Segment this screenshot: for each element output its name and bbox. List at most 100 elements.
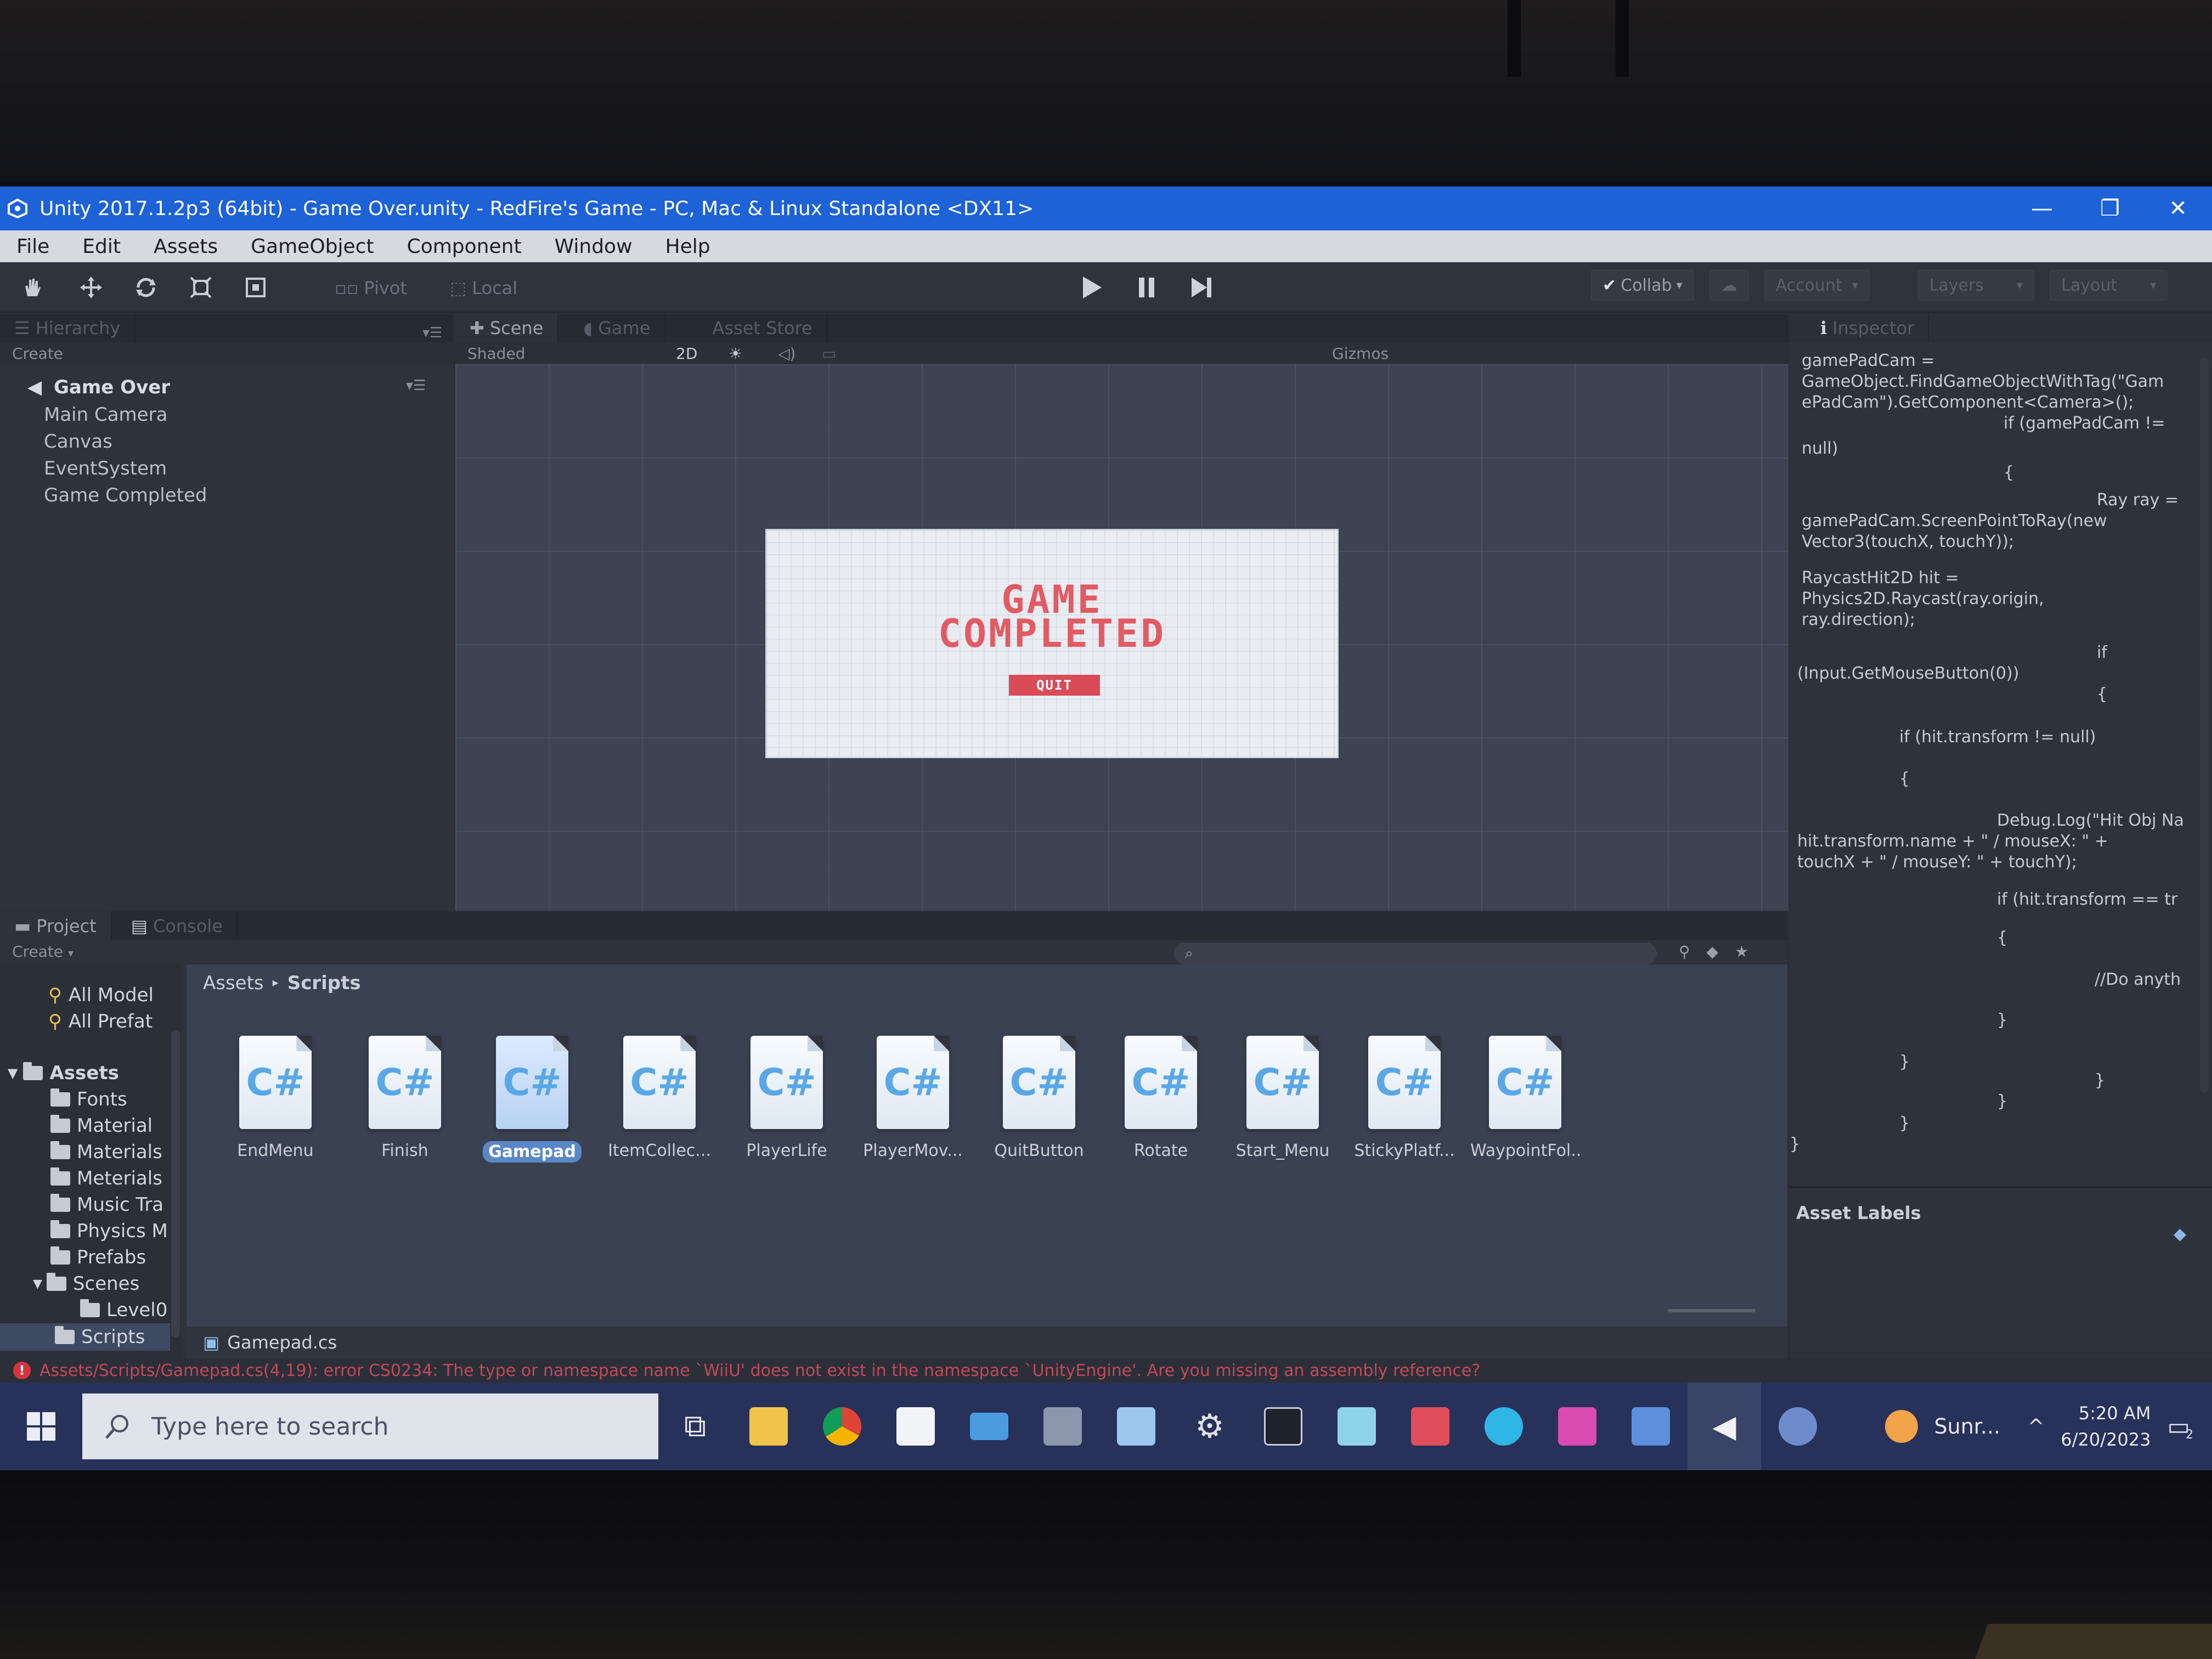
- script-tile-gamepad[interactable]: C# Gamepad: [477, 1036, 587, 1165]
- project-search-input[interactable]: ⌕: [1174, 943, 1657, 964]
- tab-inspector[interactable]: ℹ Inspector: [1806, 314, 1929, 342]
- tab-scene[interactable]: ✚ Scene: [455, 314, 558, 342]
- app-button[interactable]: [1026, 1383, 1099, 1470]
- script-tile-finish[interactable]: C# Finish: [350, 1036, 460, 1160]
- weather-label[interactable]: Sunr...: [1934, 1414, 2001, 1438]
- folder-prefabs[interactable]: Prefabs: [50, 1246, 146, 1268]
- chrome-button[interactable]: [805, 1383, 879, 1470]
- script-tile-itemcollector[interactable]: C# ItemCollec...: [605, 1036, 714, 1160]
- hierarchy-item-main-camera[interactable]: Main Camera: [44, 404, 167, 426]
- inspector-scrollbar[interactable]: [2200, 358, 2209, 1093]
- task-view-button[interactable]: ⧉: [658, 1383, 732, 1470]
- scene-viewport[interactable]: GAME COMPLETED QUIT: [455, 364, 1788, 911]
- breadcrumb-assets[interactable]: Assets: [203, 972, 264, 994]
- script-tile-playerlife[interactable]: C# PlayerLife: [732, 1036, 842, 1160]
- cloud-button[interactable]: ☁: [1709, 270, 1749, 301]
- file-explorer-button[interactable]: [732, 1383, 805, 1470]
- gizmos-dropdown[interactable]: Gizmos: [1332, 345, 1389, 363]
- local-toggle[interactable]: ⬚ Local: [450, 274, 517, 302]
- quit-button[interactable]: QUIT: [1009, 675, 1100, 696]
- account-dropdown[interactable]: Account ▾: [1764, 270, 1870, 301]
- folder-material[interactable]: Material: [50, 1115, 153, 1137]
- notifications-icon[interactable]: ▭ 2: [2167, 1413, 2193, 1442]
- shading-dropdown[interactable]: Shaded: [467, 345, 676, 363]
- menu-help[interactable]: Help: [649, 235, 727, 258]
- menu-component[interactable]: Component: [391, 235, 538, 258]
- script-tile-endmenu[interactable]: C# EndMenu: [221, 1036, 330, 1160]
- script-tile-waypointfollower[interactable]: C# WaypointFol...: [1470, 1036, 1580, 1160]
- script-tile-rotate[interactable]: C# Rotate: [1106, 1036, 1216, 1160]
- tab-project[interactable]: ▬ Project: [0, 912, 111, 940]
- taskbar-clock[interactable]: 5:20 AM 6/20/2023: [2061, 1400, 2151, 1453]
- icon-size-slider[interactable]: [1668, 1309, 1756, 1312]
- script-tile-quitbutton[interactable]: C# QuitButton: [984, 1036, 1094, 1160]
- chevron-up-icon[interactable]: ^: [2028, 1415, 2044, 1438]
- mail-button[interactable]: [952, 1383, 1026, 1470]
- hierarchy-item-eventsystem[interactable]: EventSystem: [44, 458, 167, 479]
- pause-button[interactable]: [1119, 270, 1174, 305]
- folder-music-tracks[interactable]: Music Tra: [50, 1194, 163, 1216]
- weather-icon[interactable]: [1884, 1410, 1918, 1443]
- filter-label-icon[interactable]: ◆: [1707, 943, 1719, 961]
- menu-edit[interactable]: Edit: [66, 235, 137, 258]
- tab-asset-store[interactable]: Asset Store: [698, 314, 827, 342]
- app-button[interactable]: [1320, 1383, 1393, 1470]
- minimize-button[interactable]: —: [2008, 187, 2076, 230]
- app-button[interactable]: [1541, 1383, 1614, 1470]
- project-create-button[interactable]: Create ▾: [12, 943, 74, 961]
- folder-meterials[interactable]: Meterials: [50, 1167, 162, 1189]
- collab-dropdown[interactable]: ✔ Collab ▾: [1591, 270, 1694, 301]
- store-button[interactable]: [879, 1383, 952, 1470]
- favorite-all-prefabs[interactable]: ⚲ All Prefat: [48, 1011, 153, 1032]
- tag-icon[interactable]: ◆: [2174, 1224, 2186, 1244]
- scale-tool-icon[interactable]: [180, 270, 222, 305]
- unity-taskbar-button[interactable]: ◀: [1688, 1383, 1761, 1470]
- folder-scripts[interactable]: Scripts: [0, 1323, 170, 1351]
- script-tile-start-menu[interactable]: C# Start_Menu: [1228, 1036, 1338, 1160]
- folder-fonts[interactable]: Fonts: [50, 1088, 127, 1110]
- lighting-icon[interactable]: ☀: [729, 345, 778, 363]
- settings-button[interactable]: ⚙: [1173, 1383, 1246, 1470]
- filter-type-icon[interactable]: ⚲: [1679, 943, 1690, 961]
- folder-materials[interactable]: Materials: [50, 1141, 162, 1163]
- play-button[interactable]: [1064, 270, 1119, 305]
- favorite-star-icon[interactable]: ★: [1735, 943, 1748, 961]
- 2d-toggle[interactable]: 2D: [676, 345, 729, 363]
- layers-dropdown[interactable]: Layers ▾: [1917, 270, 2035, 301]
- effects-icon[interactable]: ▭: [822, 345, 866, 363]
- audio-icon[interactable]: ◁): [778, 345, 822, 363]
- step-button[interactable]: [1174, 270, 1229, 305]
- hierarchy-create-button[interactable]: Create: [12, 345, 63, 363]
- breadcrumb-scripts[interactable]: Scripts: [287, 972, 361, 994]
- terminal-button[interactable]: [1246, 1383, 1320, 1470]
- console-error-bar[interactable]: ! Assets/Scripts/Gamepad.cs(4,19): error…: [0, 1358, 2212, 1383]
- edge-button[interactable]: [1467, 1383, 1541, 1470]
- pivot-toggle[interactable]: ▫▫ Pivot: [335, 274, 407, 302]
- menu-gameobject[interactable]: GameObject: [234, 235, 390, 258]
- app-button[interactable]: [1761, 1383, 1835, 1470]
- favorite-all-models[interactable]: ⚲ All Model: [48, 984, 154, 1006]
- folder-assets[interactable]: ▼ Assets: [8, 1062, 119, 1084]
- restore-button[interactable]: ❐: [2076, 187, 2144, 230]
- rotate-tool-icon[interactable]: [125, 270, 167, 305]
- menu-assets[interactable]: Assets: [137, 235, 234, 258]
- app-button[interactable]: [1614, 1383, 1688, 1470]
- scene-options-icon[interactable]: ▾☰: [406, 377, 426, 394]
- tab-console[interactable]: ▤ Console: [117, 912, 238, 940]
- layout-dropdown[interactable]: Layout ▾: [2050, 270, 2168, 301]
- scene-root-item[interactable]: ◀ Game Over: [27, 376, 170, 398]
- app-button[interactable]: [1099, 1383, 1173, 1470]
- rect-tool-icon[interactable]: [235, 270, 276, 305]
- tab-game[interactable]: ◖ Game: [569, 314, 665, 342]
- close-button[interactable]: ✕: [2144, 187, 2212, 230]
- menu-file[interactable]: File: [0, 235, 66, 258]
- panel-menu-icon[interactable]: ▾☰: [422, 325, 442, 341]
- hand-tool-icon[interactable]: [11, 270, 53, 305]
- start-button[interactable]: [0, 1383, 82, 1470]
- hierarchy-item-game-completed[interactable]: Game Completed: [44, 484, 207, 506]
- script-tile-playermovement[interactable]: C# PlayerMov...: [858, 1036, 968, 1160]
- game-canvas-preview[interactable]: GAME COMPLETED QUIT: [765, 529, 1339, 758]
- hierarchy-item-canvas[interactable]: Canvas: [44, 431, 112, 453]
- menu-window[interactable]: Window: [538, 235, 649, 258]
- script-tile-stickyplatform[interactable]: C# StickyPlatf...: [1350, 1036, 1459, 1160]
